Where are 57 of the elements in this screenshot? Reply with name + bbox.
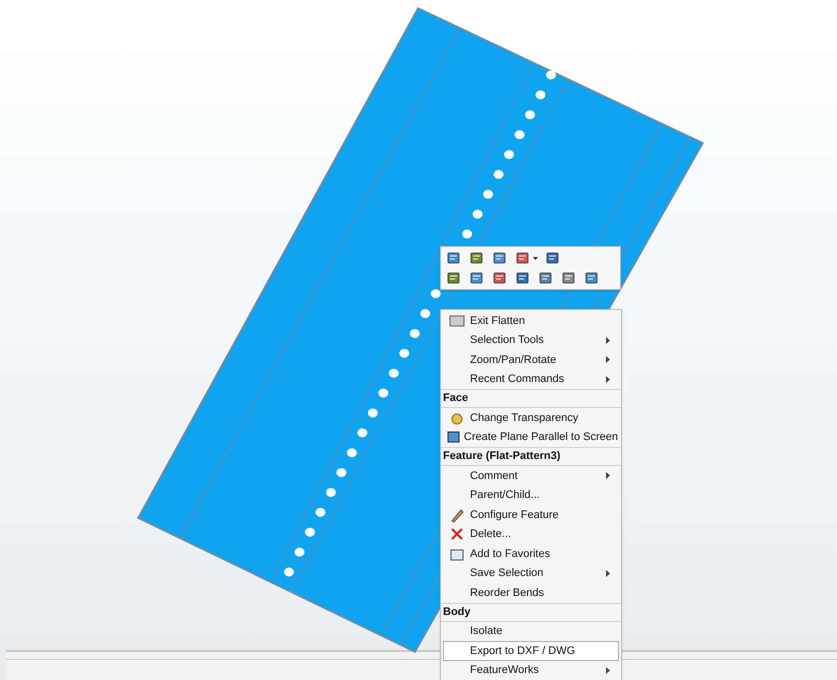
tool-icon xyxy=(469,270,485,286)
hole xyxy=(410,328,420,338)
menu-item[interactable]: Save Selection xyxy=(443,564,619,583)
dropdown-button[interactable] xyxy=(514,250,539,266)
tool-icon xyxy=(584,270,600,286)
tool-icon xyxy=(446,250,462,266)
menu-section-header: Feature (Flat-Pattern3) xyxy=(443,449,560,464)
hole xyxy=(494,170,504,179)
menu-item[interactable]: Exit Flatten xyxy=(443,311,619,330)
menu-item[interactable]: Comment xyxy=(443,466,619,486)
hole xyxy=(284,568,294,576)
menu-item[interactable]: FeatureWorks xyxy=(443,660,619,680)
hole xyxy=(399,348,410,358)
hole xyxy=(420,309,430,318)
hole xyxy=(536,90,546,100)
tool-icon xyxy=(538,270,554,286)
hole xyxy=(315,508,326,517)
menu-item[interactable]: Configure Feature xyxy=(443,505,619,524)
menu-item[interactable]: Delete... xyxy=(443,524,619,544)
caret-icon xyxy=(533,256,538,260)
hole xyxy=(514,130,525,140)
menu-item[interactable]: Isolate xyxy=(443,622,619,641)
tool-icon xyxy=(446,270,462,286)
tool-icon xyxy=(561,270,577,286)
tool-icon xyxy=(492,250,508,266)
hole xyxy=(430,289,441,298)
hole xyxy=(304,528,315,537)
menu-item[interactable]: Parent/Child... xyxy=(443,486,619,505)
menu-item[interactable]: Reorder Bends xyxy=(443,583,619,602)
hole xyxy=(368,408,378,418)
hole xyxy=(378,388,388,398)
hole xyxy=(294,548,304,557)
hole xyxy=(472,210,483,219)
menu-item[interactable]: Recent Commands xyxy=(443,370,619,389)
menu-section-header: Body xyxy=(443,604,470,620)
hole xyxy=(357,428,368,438)
tool-icon xyxy=(515,250,531,266)
menu-item[interactable]: Selection Tools xyxy=(443,330,619,350)
tool-icon xyxy=(545,250,561,266)
hole xyxy=(388,368,399,378)
hole xyxy=(336,468,346,478)
menu-item[interactable]: Add to Favorites xyxy=(443,544,619,564)
hole xyxy=(504,150,514,160)
hole xyxy=(346,448,357,458)
tool-icon xyxy=(469,250,485,266)
hole xyxy=(525,110,536,120)
menu-item[interactable]: Create Plane Parallel to Screen xyxy=(443,428,619,447)
hole xyxy=(326,488,336,497)
tool-icon xyxy=(492,270,508,286)
tool-icon xyxy=(515,270,531,286)
hole xyxy=(462,230,472,239)
hole xyxy=(483,190,494,199)
menu-section-header: Face xyxy=(443,391,468,406)
menu-item[interactable]: Change Transparency xyxy=(443,408,619,428)
menu-item[interactable]: Zoom/Pan/Rotate xyxy=(443,350,619,370)
hole xyxy=(546,70,556,80)
menu-item[interactable]: Export to DXF / DWG xyxy=(443,641,619,660)
